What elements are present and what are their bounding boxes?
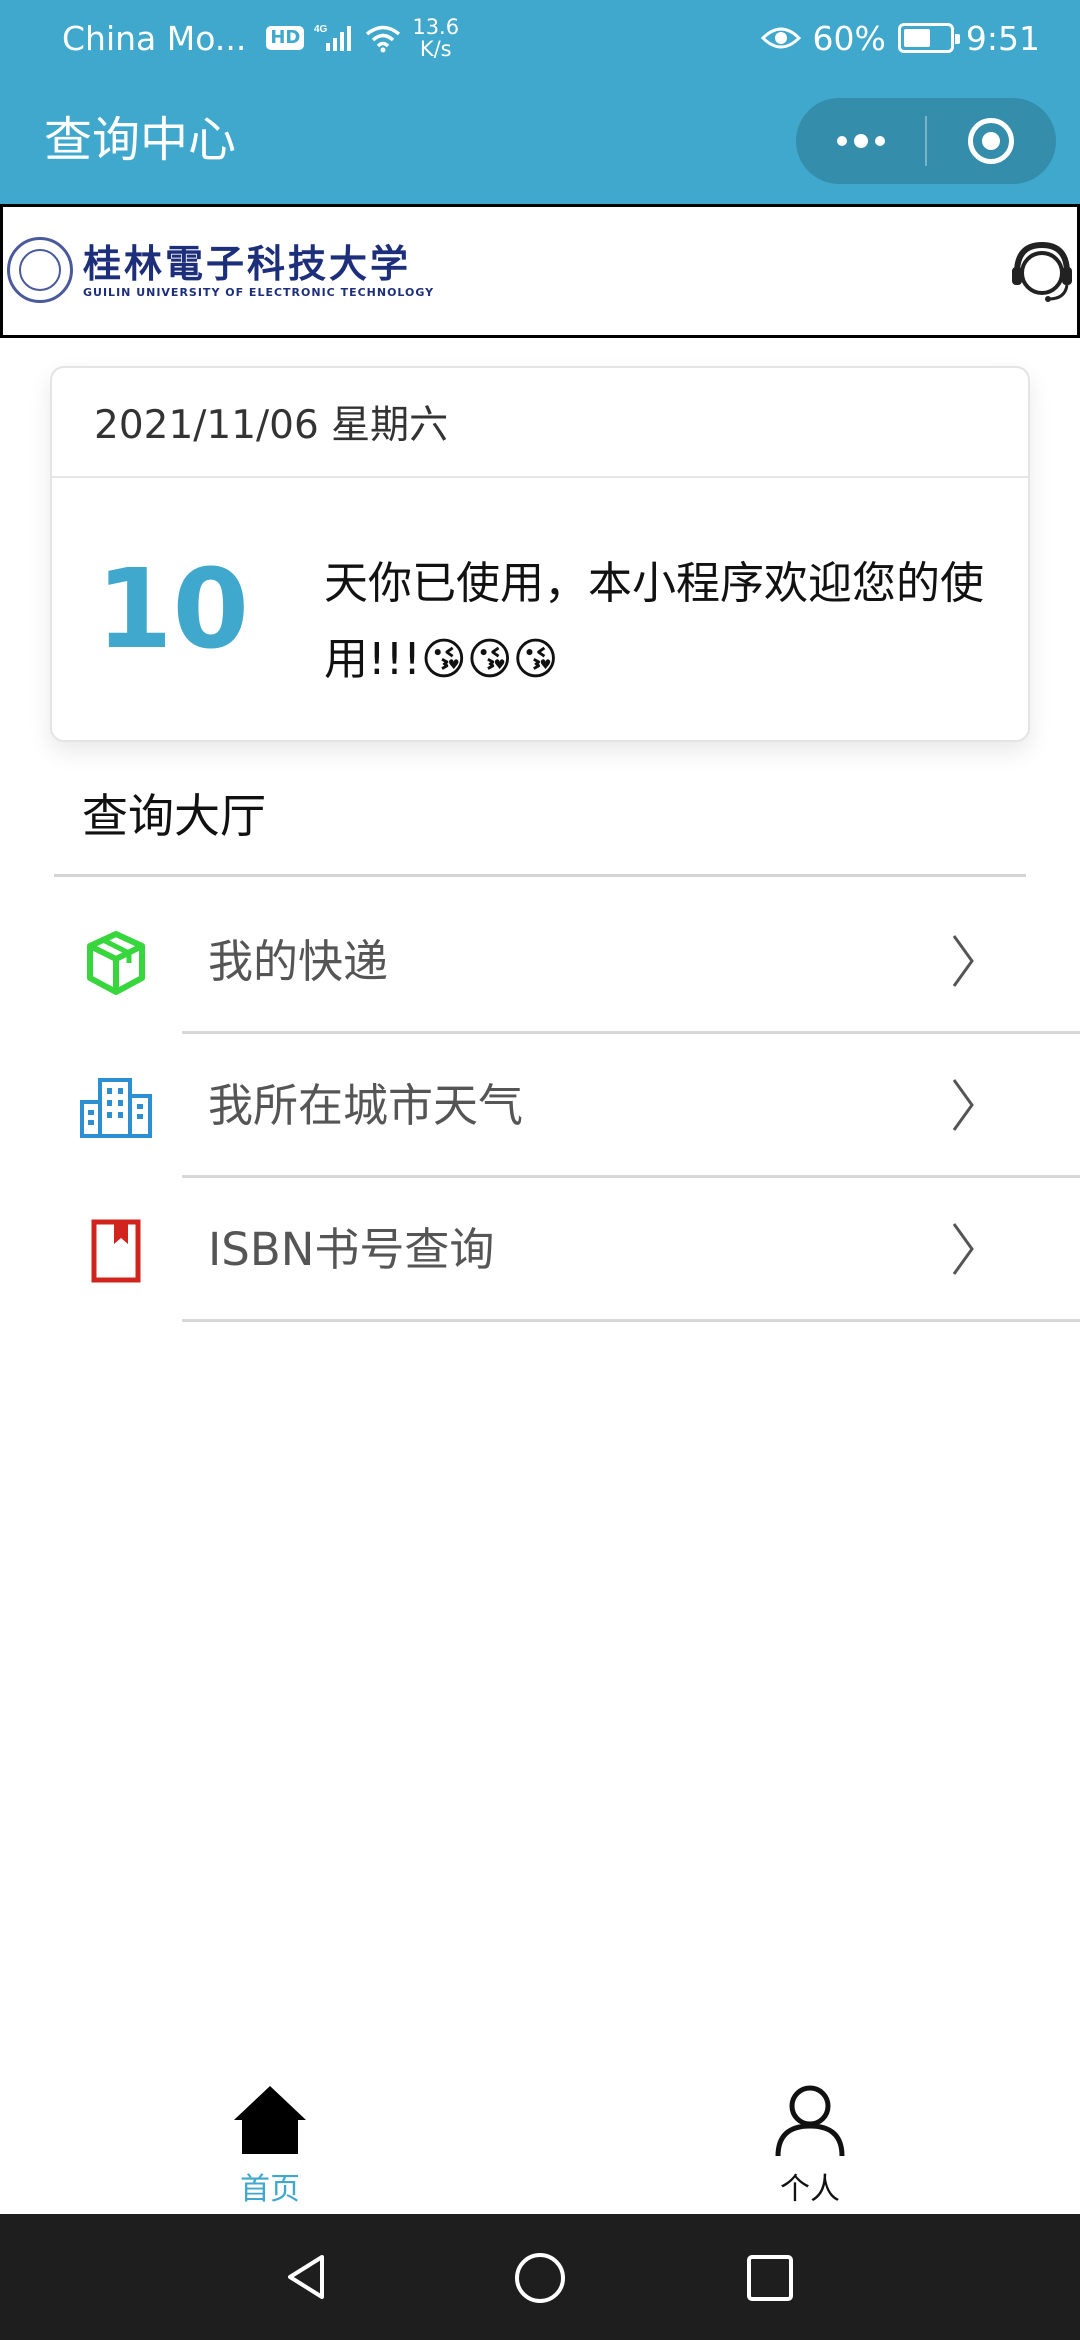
clock: 9:51 — [965, 18, 1040, 58]
usage-welcome-message: 天你已使用，本小程序欢迎您的使用!!!😘😘😘 — [324, 558, 984, 685]
network-speed-value: 13.6 — [412, 15, 460, 39]
tab-bar: 首页 个人 — [0, 2070, 1080, 2214]
usage-days-count: 10 — [96, 545, 250, 673]
battery-percent: 60% — [812, 18, 886, 58]
page-title: 查询中心 — [44, 112, 237, 168]
tab-profile[interactable]: 个人 — [730, 2080, 890, 2210]
university-banner: 桂林電子科技大学 GUILIN UNIVERSITY OF ELECTRONIC… — [0, 204, 1080, 338]
usage-card: 2021/11/06 星期六 10 天你已使用，本小程序欢迎您的使用!!!😘😘😘 — [50, 366, 1030, 742]
wifi-icon — [366, 25, 401, 53]
target-circle-icon — [968, 118, 1015, 164]
more-button[interactable] — [796, 98, 925, 184]
customer-service-headset-icon[interactable] — [1007, 237, 1077, 307]
back-triangle-icon[interactable] — [282, 2252, 332, 2302]
chevron-right-icon — [952, 1079, 974, 1131]
tab-profile-label: 个人 — [780, 2172, 840, 2207]
book-icon — [91, 1219, 141, 1283]
signal-icon: 4G — [314, 24, 352, 51]
mini-program-capsule — [796, 98, 1056, 184]
status-bar: China Mo... HD 4G 13.6 K/s 60% 9:51 — [0, 0, 1080, 76]
list-item-label: ISBN书号查询 — [208, 1223, 495, 1276]
system-navigation-bar — [0, 2214, 1080, 2340]
chevron-right-icon — [952, 935, 974, 987]
logo-chinese-name: 桂林電子科技大学 — [83, 240, 412, 286]
close-program-button[interactable] — [927, 98, 1056, 184]
list-item-isbn[interactable]: ISBN书号查询 — [0, 1178, 1080, 1322]
list-item-label: 我所在城市天气 — [208, 1079, 524, 1132]
hd-badge: HD — [266, 26, 305, 50]
city-buildings-icon — [80, 1078, 152, 1138]
carrier-name: China Mo... — [62, 18, 247, 58]
logo-english-name: GUILIN UNIVERSITY OF ELECTRONIC TECHNOLO… — [83, 285, 435, 299]
list-item-weather[interactable]: 我所在城市天气 — [0, 1034, 1080, 1178]
list-item-express[interactable]: 我的快递 — [0, 890, 1080, 1034]
package-icon — [87, 931, 145, 995]
top-bar: China Mo... HD 4G 13.6 K/s 60% 9:51 查询中心 — [0, 0, 1080, 204]
list-item-label: 我的快递 — [208, 935, 389, 988]
network-type-label: 4G — [314, 24, 328, 35]
list-divider — [182, 1319, 1080, 1322]
section-divider — [54, 874, 1026, 877]
user-icon — [775, 2085, 845, 2157]
chevron-right-icon — [952, 1223, 974, 1275]
battery-icon — [897, 23, 960, 53]
tab-home[interactable]: 首页 — [190, 2080, 350, 2210]
eye-icon — [760, 27, 801, 49]
home-circle-icon[interactable] — [514, 2252, 566, 2304]
university-seal-icon — [7, 237, 73, 303]
network-speed: 13.6 K/s — [412, 16, 459, 60]
section-title: 查询大厅 — [82, 789, 266, 843]
network-speed-unit: K/s — [419, 37, 452, 61]
university-logo: 桂林電子科技大学 GUILIN UNIVERSITY OF ELECTRONIC… — [7, 237, 434, 303]
recent-apps-square-icon[interactable] — [746, 2254, 794, 2302]
current-date: 2021/11/06 星期六 — [52, 368, 1028, 478]
home-icon — [234, 2086, 306, 2154]
tab-home-label: 首页 — [240, 2172, 300, 2207]
more-dots-icon — [836, 134, 885, 148]
